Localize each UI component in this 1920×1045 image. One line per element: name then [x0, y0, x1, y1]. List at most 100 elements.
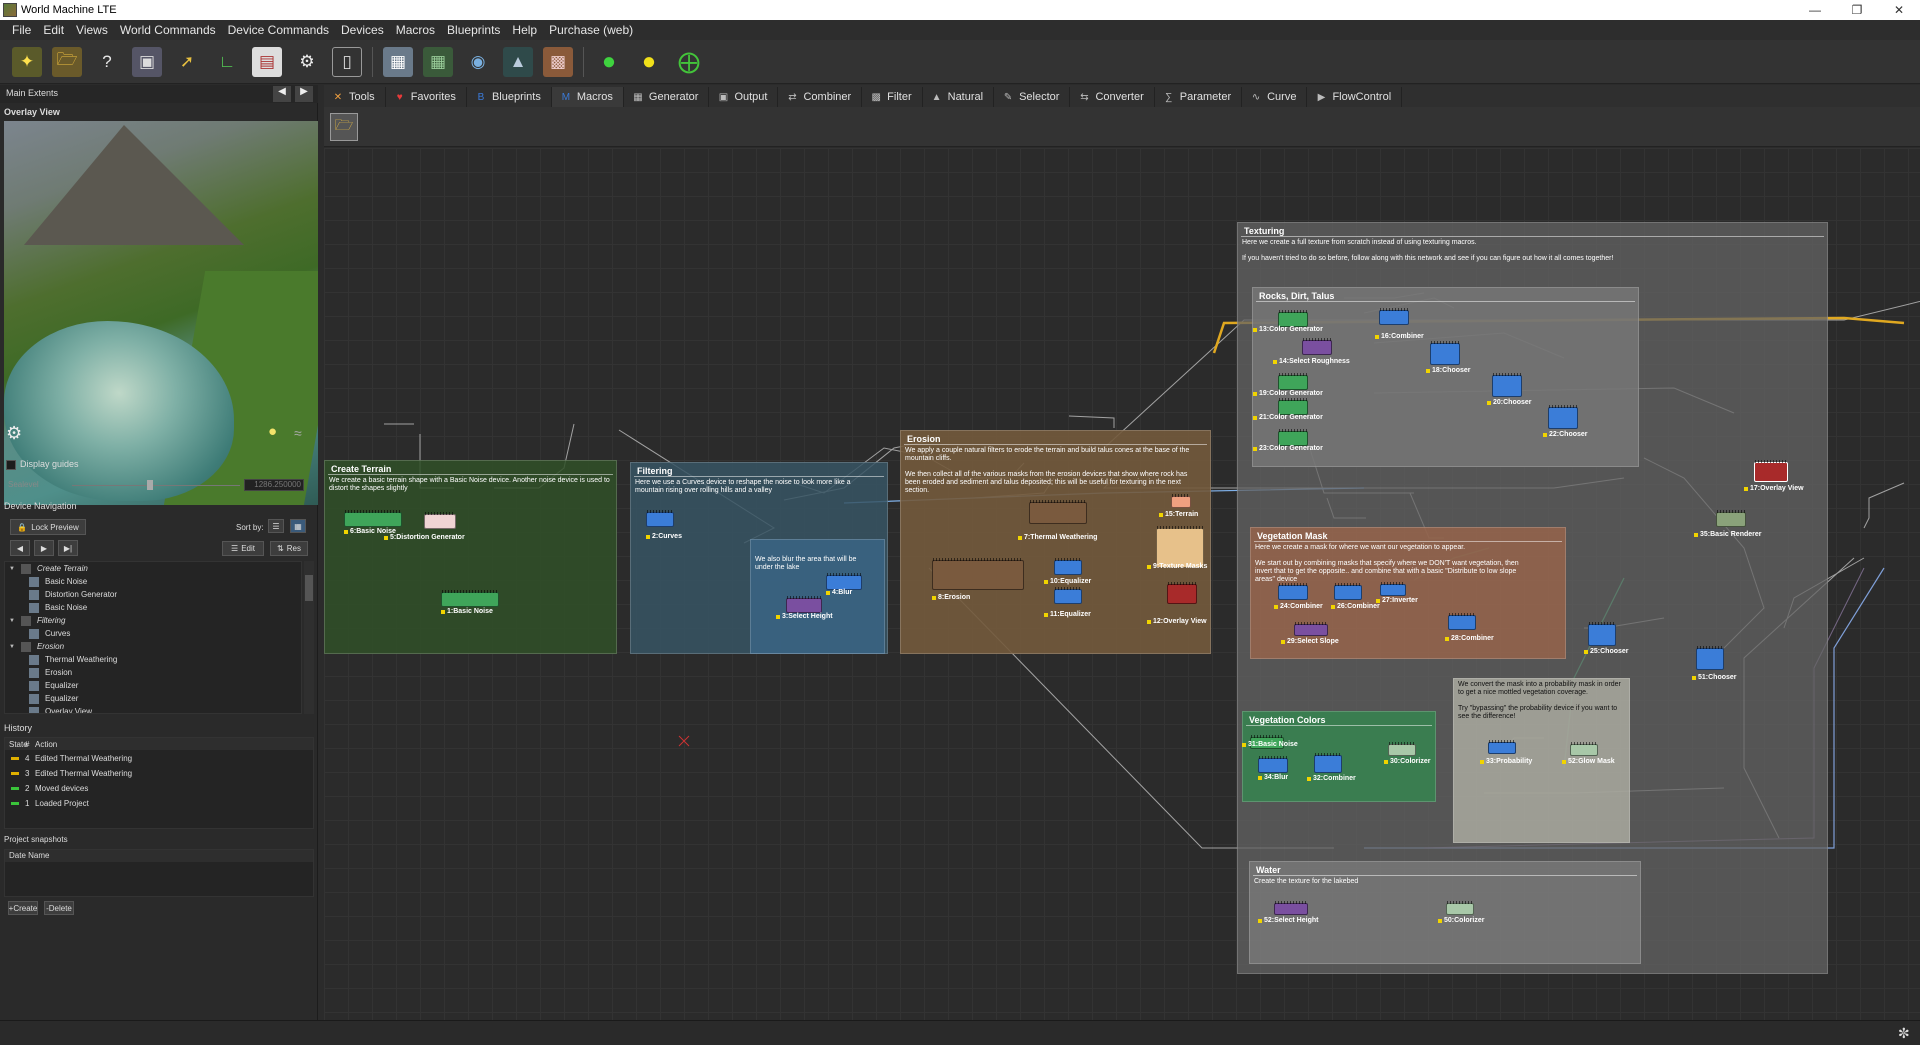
node-probability[interactable] [1488, 740, 1516, 754]
node-overlay-view-17[interactable] [1754, 460, 1788, 482]
tree-device-item[interactable]: Basic Noise [5, 575, 301, 588]
edit-button[interactable]: ☰ Edit [222, 541, 264, 556]
node-erosion[interactable] [932, 558, 1024, 590]
tree-device-item[interactable]: Equalizer [5, 692, 301, 705]
sealevel-slider-handle[interactable] [147, 480, 153, 490]
tab-blueprints[interactable]: B Blueprints [467, 87, 552, 107]
nav-forward-button[interactable]: ▶ [34, 540, 54, 556]
tree-group-item[interactable]: ▼ Filtering [5, 614, 301, 627]
settings-gear-icon[interactable]: ⚙ [292, 47, 322, 77]
tree-device-item[interactable]: Erosion [5, 666, 301, 679]
tab-filter[interactable]: ▩ Filter [862, 87, 923, 107]
terrain-preview[interactable] [4, 121, 318, 505]
tab-converter[interactable]: ⇆ Converter [1070, 87, 1155, 107]
extents-icon[interactable]: ▦ [383, 46, 413, 77]
node-basic-renderer[interactable] [1716, 510, 1746, 527]
nav-back-button[interactable]: ◀ [10, 540, 30, 556]
tab-tools[interactable]: ✕ Tools [324, 87, 386, 107]
next-extent-button[interactable]: ▶ [295, 86, 313, 102]
minimize-button[interactable]: — [1794, 0, 1836, 20]
group-rocks-dirt-talus[interactable]: Rocks, Dirt, Talus [1252, 287, 1639, 467]
tab-natural[interactable]: ▲ Natural [923, 87, 995, 107]
menu-world-commands[interactable]: World Commands [114, 23, 222, 37]
history-row[interactable]: 1 Loaded Project [5, 796, 313, 810]
node-color-generator-13[interactable] [1278, 310, 1308, 327]
node-basic-noise-6[interactable] [344, 510, 402, 527]
tab-parameter[interactable]: ∑ Parameter [1155, 87, 1243, 107]
history-row[interactable]: 4 Edited Thermal Weathering [5, 751, 313, 765]
lighting-bulb-icon[interactable]: ● [268, 423, 288, 443]
menu-file[interactable]: File [6, 23, 37, 37]
node-colorizer-30[interactable] [1388, 742, 1416, 756]
node-select-height[interactable] [786, 596, 822, 613]
help-icon[interactable]: ? [92, 47, 122, 77]
node-select-roughness[interactable] [1302, 338, 1332, 355]
build-green-icon[interactable]: ● [594, 47, 624, 77]
layout-panel-icon[interactable]: ▯ [332, 46, 362, 77]
node-colorizer-50[interactable] [1446, 901, 1474, 915]
tree-device-item[interactable]: Distortion Generator [5, 588, 301, 601]
expand-arrow-icon[interactable]: ▼ [9, 644, 15, 650]
tree-device-item[interactable]: Overlay View [5, 705, 301, 713]
node-color-generator-23[interactable] [1278, 429, 1308, 446]
node-texture-masks[interactable] [1156, 526, 1204, 568]
node-combiner-24[interactable] [1278, 583, 1308, 600]
node-overlay-view-12[interactable] [1167, 582, 1197, 604]
tree-device-item[interactable]: Basic Noise [5, 601, 301, 614]
texture-view-icon[interactable]: ▩ [543, 46, 573, 77]
tree-device-item[interactable]: Thermal Weathering [5, 653, 301, 666]
node-equalizer-10[interactable] [1054, 558, 1082, 575]
node-equalizer-11[interactable] [1054, 587, 1082, 604]
expand-arrow-icon[interactable]: ▼ [9, 566, 15, 572]
tab-selector[interactable]: ✎ Selector [994, 87, 1071, 107]
node-chooser-20[interactable] [1492, 373, 1522, 397]
node-inverter[interactable] [1380, 582, 1406, 596]
node-curves[interactable] [646, 510, 674, 527]
node-color-generator-21[interactable] [1278, 398, 1308, 415]
sealevel-slider[interactable] [72, 485, 240, 486]
tab-favorites[interactable]: ♥ Favorites [386, 87, 467, 107]
node-basic-noise-1[interactable] [441, 590, 499, 607]
node-chooser-22[interactable] [1548, 405, 1578, 429]
delete-snapshot-button[interactable]: -Delete [44, 901, 74, 915]
sealevel-value[interactable]: 1286.250000 [244, 479, 304, 491]
node-chooser-51[interactable] [1696, 646, 1724, 670]
node-blur-34[interactable] [1258, 756, 1288, 773]
graph-icon[interactable]: ∟ [212, 47, 242, 77]
node-blur[interactable] [826, 573, 862, 590]
tree-device-item[interactable]: Curves [5, 627, 301, 640]
tree-group-item[interactable]: ▼ Create Terrain [5, 562, 301, 575]
node-glow-mask[interactable] [1570, 742, 1598, 756]
node-thermal-weathering[interactable] [1029, 500, 1087, 524]
close-button[interactable]: ✕ [1878, 0, 1920, 20]
tab-flowcontrol[interactable]: ▶ FlowControl [1307, 87, 1403, 107]
restore-button[interactable]: ❐ [1836, 0, 1878, 20]
node-chooser-25[interactable] [1588, 622, 1616, 646]
menu-views[interactable]: Views [70, 23, 114, 37]
device-tree-scrollbar[interactable] [304, 561, 314, 714]
lock-preview-button[interactable]: 🔒 Lock Preview [10, 519, 86, 535]
create-snapshot-button[interactable]: +Create [8, 901, 38, 915]
build-world-icon[interactable]: ⨁ [674, 47, 704, 77]
node-color-generator-19[interactable] [1278, 373, 1308, 390]
terrain-view-icon[interactable]: ▲ [503, 46, 533, 77]
node-combiner-26[interactable] [1334, 583, 1362, 600]
menu-device-commands[interactable]: Device Commands [222, 23, 335, 37]
preview-settings-gear-icon[interactable]: ⚙ [6, 423, 28, 445]
new-project-icon[interactable]: ✦ [12, 46, 42, 77]
node-select-slope[interactable] [1294, 622, 1328, 636]
tab-curve[interactable]: ∿ Curve [1242, 87, 1308, 107]
menu-purchase[interactable]: Purchase (web) [543, 23, 639, 37]
grid-icon[interactable]: ▦ [423, 46, 453, 77]
sort-list-button[interactable]: ☰ [268, 519, 284, 533]
save-icon[interactable]: ▣ [132, 46, 162, 77]
node-chooser-18[interactable] [1430, 341, 1460, 365]
menu-help[interactable]: Help [506, 23, 543, 37]
tab-output[interactable]: ▣ Output [709, 87, 779, 107]
menu-devices[interactable]: Devices [335, 23, 390, 37]
open-folder-icon[interactable]: 🗁 [52, 46, 82, 77]
expand-arrow-icon[interactable]: ▼ [9, 618, 15, 624]
wand-icon[interactable]: ➚ [172, 47, 202, 77]
node-select-height-52[interactable] [1274, 901, 1308, 915]
display-guides-checkbox[interactable] [6, 460, 16, 470]
